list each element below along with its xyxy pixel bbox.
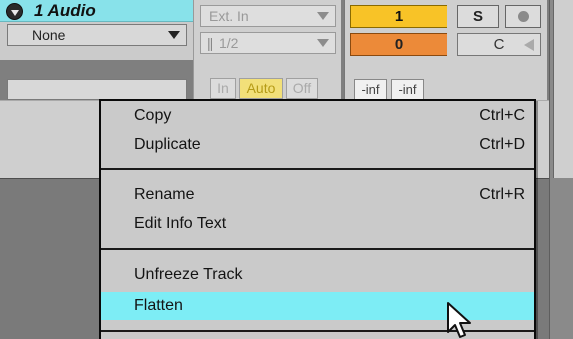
fold-toggle-icon[interactable] [6,3,23,20]
menu-item-duplicate[interactable]: Duplicate Ctrl+D [101,131,534,159]
arrow-pointer-icon [447,302,471,338]
pan-field[interactable]: C [457,33,541,56]
input-type-value: Ext. In [209,8,249,24]
volume-field[interactable]: 0 [350,33,448,56]
menu-item-shortcut: Ctrl+D [479,136,525,153]
menu-item-label: Edit Info Text [134,215,227,232]
menu-item-shortcut: Ctrl+R [479,186,525,203]
menu-item-unfreeze-track[interactable]: Unfreeze Track [101,261,534,289]
mixer-column: 1 0 -inf -inf [344,0,454,100]
track-activator-button[interactable]: 1 [350,5,448,28]
menu-item-label: Unfreeze Track [134,266,243,283]
arm-button[interactable] [505,5,541,28]
routing-column: Ext. In || 1/2 In Auto Off [193,0,341,100]
solo-button[interactable]: S [457,5,499,28]
menu-item-label: Duplicate [134,136,201,153]
menu-item-edit-info-text[interactable]: Edit Info Text [101,210,534,238]
input-routing-value: None [32,27,66,43]
track-info-field[interactable] [7,79,187,100]
meter-right-readout: -inf [391,79,424,100]
track-title-bar[interactable]: 1 Audio [0,0,193,22]
chevron-down-icon [317,39,329,47]
track-header: 1 Audio None [0,0,193,100]
input-channel-select[interactable]: || 1/2 [200,32,336,54]
session-view: 1 Audio None Ext. In || 1/2 In Auto Off … [0,0,573,339]
track-name[interactable]: 1 Audio [34,1,96,21]
menu-item-copy[interactable]: Copy Ctrl+C [101,102,534,130]
menu-item-rename[interactable]: Rename Ctrl+R [101,181,534,209]
record-dot-icon [518,11,529,22]
meter-left-readout: -inf [354,79,387,100]
menu-item-label: Flatten [134,297,183,314]
chevron-down-icon [317,12,329,20]
menu-item-shortcut: Ctrl+C [479,107,525,124]
menu-separator [101,168,534,170]
monitor-in-button[interactable]: In [210,78,236,99]
mixer-controls: S C [447,0,547,100]
menu-separator [101,248,534,250]
monitor-auto-button[interactable]: Auto [239,78,283,99]
input-type-select[interactable]: Ext. In [200,5,336,27]
menu-item-label: Copy [134,107,172,124]
input-channel-value: 1/2 [219,35,239,51]
monitor-off-button[interactable]: Off [286,78,318,99]
meter-strip [553,0,573,178]
input-routing-select[interactable]: None [7,24,187,46]
stereo-icon: || [207,35,213,51]
pan-arrow-icon [524,39,534,51]
chevron-down-icon [168,31,180,39]
menu-item-label: Rename [134,186,195,203]
pan-value: C [493,36,505,53]
